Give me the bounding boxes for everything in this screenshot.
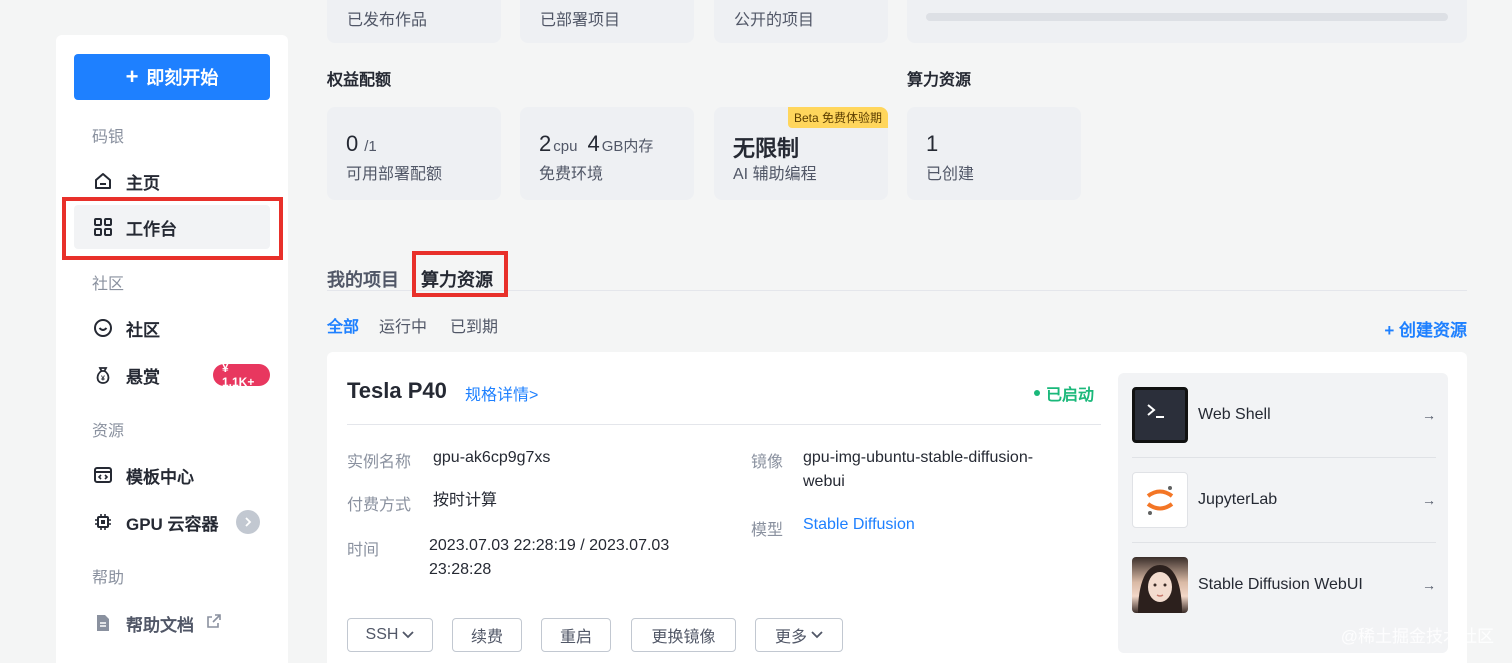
app-stable-diffusion-webui[interactable]: Stable Diffusion WebUI → (1132, 543, 1436, 627)
jupyter-icon (1132, 472, 1188, 528)
instance-name-value: gpu-ak6cp9g7xs (433, 449, 551, 466)
time-value-end: 23:28:28 (429, 561, 492, 578)
watermark: @稀土掘金技术社区 (1340, 627, 1494, 646)
chevron-down-icon (402, 626, 415, 644)
plus-icon: + (125, 64, 139, 89)
avatar (1132, 557, 1188, 613)
time-label: 时间 (347, 542, 380, 559)
image-label: 镜像 (751, 454, 784, 471)
sidebar: + 即刻开始 码银 主页 工作台 社区 社区 ¥ 悬赏 ¥ 1.1K+ 资源 模… (56, 35, 288, 663)
quota-card-env: 2 cpu 4 GB内存 免费环境 (520, 107, 694, 200)
divider (347, 424, 1101, 425)
stat-card-published: 已发布作品 (327, 0, 501, 43)
billing-value: 按时计算 (433, 492, 498, 509)
model-label: 模型 (751, 522, 784, 539)
status-dot-icon (1034, 390, 1040, 396)
compute-heading: 算力资源 (907, 72, 972, 89)
money-bag-icon: ¥ (92, 364, 114, 386)
stat-card-progress (907, 0, 1467, 43)
time-value-start: 2023.07.03 22:28:19 / 2023.07.03 (429, 537, 670, 554)
more-dropdown-button[interactable]: 更多 (755, 618, 843, 652)
highlight-box-compute-tab (412, 251, 508, 297)
spec-details-link[interactable]: 规格详情> (465, 381, 538, 405)
arrow-right-icon: → (1422, 492, 1436, 508)
highlight-box-workbench (62, 197, 283, 260)
image-value-2: webui (803, 473, 845, 490)
stat-card-deployed: 已部署项目 (520, 0, 694, 43)
chevron-down-icon (811, 626, 823, 644)
section-title-resources: 资源 (92, 423, 125, 440)
section-title-community: 社区 (92, 276, 125, 293)
beta-badge: Beta 免费体验期 (787, 107, 888, 128)
section-title-help: 帮助 (92, 570, 125, 587)
arrow-right-icon: → (1422, 407, 1436, 423)
filter-expired[interactable]: 已到期 (450, 313, 498, 337)
home-icon (92, 170, 114, 192)
app-jupyterlab[interactable]: JupyterLab → (1132, 458, 1436, 542)
apps-panel: Web Shell → JupyterLab → Stable Diffusio… (1118, 373, 1448, 653)
filter-running[interactable]: 运行中 (379, 313, 427, 337)
document-icon (92, 612, 114, 634)
stat-card-public: 公开的项目 (714, 0, 888, 43)
section-title-maiyin: 码银 (92, 129, 125, 146)
arrow-right-icon: → (1422, 577, 1436, 593)
template-icon (92, 464, 114, 486)
nav-item-templates[interactable]: 模板中心 (74, 453, 270, 497)
chip-icon (92, 511, 114, 533)
nav-item-bounty[interactable]: ¥ 悬赏 ¥ 1.1K+ (74, 353, 270, 397)
renew-button[interactable]: 续费 (452, 618, 522, 652)
nav-item-community[interactable]: 社区 (74, 306, 270, 350)
bounty-badge: ¥ 1.1K+ (213, 361, 270, 389)
ssh-dropdown-button[interactable]: SSH (347, 618, 433, 652)
app-web-shell[interactable]: Web Shell → (1132, 373, 1436, 457)
gpu-name: Tesla P40 (347, 378, 447, 403)
nav-item-help-docs[interactable]: 帮助文档 (74, 601, 270, 645)
quota-card-ai: Beta 免费体验期 无限制 AI 辅助编程 (714, 107, 888, 200)
status-badge: 已启动 (1034, 381, 1094, 405)
billing-label: 付费方式 (347, 497, 412, 514)
resource-card: Tesla P40 规格详情> 已启动 实例名称 gpu-ak6cp9g7xs … (327, 352, 1467, 663)
image-value-1: gpu-img-ubuntu-stable-diffusion- (803, 449, 1034, 466)
start-now-button[interactable]: + 即刻开始 (74, 54, 270, 100)
filter-all[interactable]: 全部 (327, 313, 359, 337)
quota-card-deploy: 0 /1 可用部署配额 (327, 107, 501, 200)
instance-name-label: 实例名称 (347, 454, 412, 471)
external-link-icon (206, 613, 222, 634)
chevron-right-icon[interactable] (236, 510, 260, 534)
model-link[interactable]: Stable Diffusion (803, 516, 915, 534)
create-resource-button[interactable]: + 创建资源 (1384, 316, 1467, 341)
change-image-button[interactable]: 更换镜像 (631, 618, 736, 652)
compute-card: 1 已创建 (907, 107, 1081, 200)
nav-item-gpu-container[interactable]: GPU 云容器 (74, 500, 270, 544)
tab-my-projects[interactable]: 我的项目 (327, 266, 399, 292)
quota-heading: 权益配额 (327, 72, 392, 89)
progress-bar (926, 13, 1448, 21)
restart-button[interactable]: 重启 (541, 618, 611, 652)
smile-circle-icon (92, 317, 114, 339)
svg-text:¥: ¥ (101, 376, 105, 383)
terminal-icon (1132, 387, 1188, 443)
